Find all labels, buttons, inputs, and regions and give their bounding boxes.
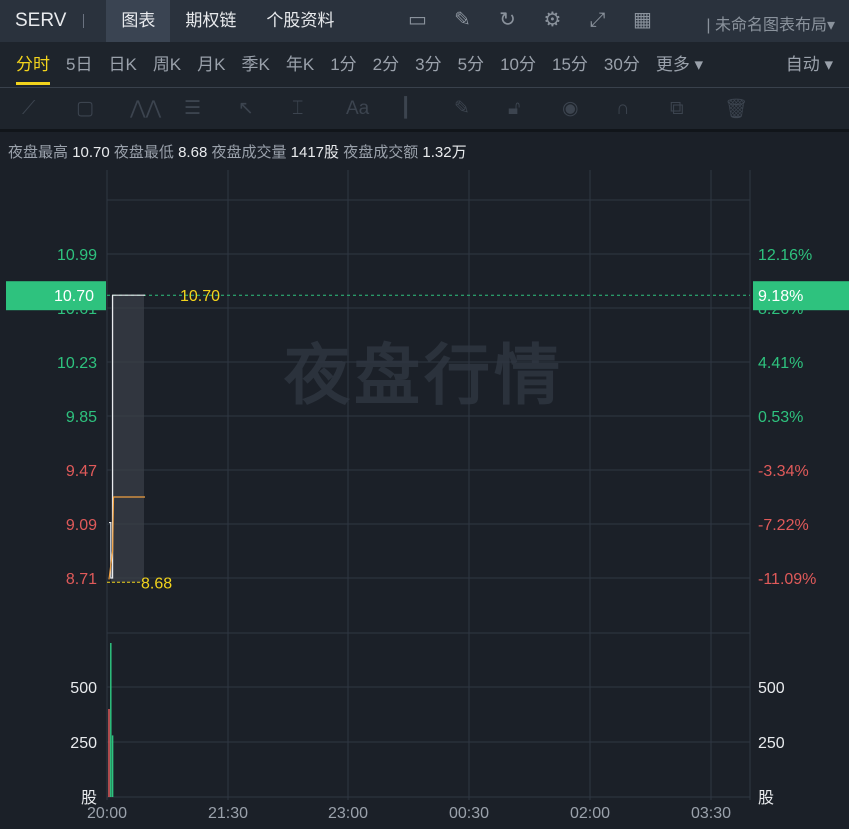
high-marker: 10.70 <box>180 288 220 305</box>
percent-tick: -7.22% <box>758 517 809 534</box>
percent-tick: 12.16% <box>758 247 812 264</box>
time-tick: 23:00 <box>328 805 368 822</box>
time-tick: 20:00 <box>87 805 127 822</box>
volume-tick-right: 500 <box>758 680 785 697</box>
current-price-label: 10.70 <box>54 288 94 305</box>
volume-tick: 500 <box>70 680 97 697</box>
volume-tick-right: 股 <box>758 789 774 807</box>
price-chart[interactable]: 10.9912.16%10.618.26%10.234.41%9.850.53%… <box>0 0 849 829</box>
volume-tick-right: 250 <box>758 735 785 752</box>
percent-tick: 0.53% <box>758 409 803 426</box>
price-tick: 10.99 <box>57 247 97 264</box>
price-tick: 9.47 <box>66 463 97 480</box>
volume-tick: 250 <box>70 735 97 752</box>
percent-tick: -11.09% <box>758 571 816 588</box>
time-tick: 21:30 <box>208 805 248 822</box>
price-area <box>111 295 144 583</box>
time-tick: 00:30 <box>449 805 489 822</box>
time-tick: 03:30 <box>691 805 731 822</box>
percent-tick: 4.41% <box>758 355 803 372</box>
price-tick: 8.71 <box>66 571 97 588</box>
low-marker: 8.68 <box>141 575 172 592</box>
time-tick: 02:00 <box>570 805 610 822</box>
percent-tick: -3.34% <box>758 463 809 480</box>
price-tick: 9.85 <box>66 409 97 426</box>
price-tick: 10.23 <box>57 355 97 372</box>
current-pct-label: 9.18% <box>758 288 803 305</box>
price-tick: 9.09 <box>66 517 97 534</box>
